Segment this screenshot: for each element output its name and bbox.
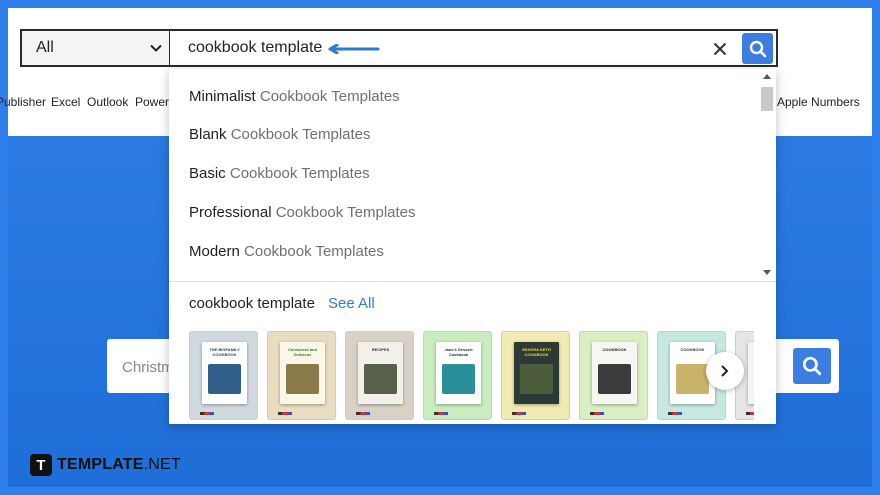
suggestion-item[interactable]: Blank Cookbook Templates <box>189 126 371 143</box>
app-nav-item[interactable]: Outlook <box>87 95 128 109</box>
thumbnail-cover: THE BIGFAMILY COOKBOOK <box>202 342 247 404</box>
app-format-icons <box>200 412 214 415</box>
scroll-down-arrow[interactable] <box>763 270 771 276</box>
template-thumbnail[interactable]: THE BIGFAMILY COOKBOOK <box>189 331 258 420</box>
category-select-label: All <box>36 39 54 56</box>
suggestion-item[interactable]: Minimalist Cookbook Templates <box>189 88 400 105</box>
template-thumbnail[interactable]: SEAGRA KETO COOKBOOK <box>501 331 570 420</box>
category-select[interactable]: All <box>20 29 170 67</box>
search-button[interactable] <box>742 33 773 64</box>
suggestion-scrollbar[interactable] <box>759 71 775 279</box>
divider <box>169 281 776 282</box>
app-format-icons <box>668 412 682 415</box>
thumbnail-image <box>442 364 475 394</box>
hero-search-button[interactable] <box>793 348 831 384</box>
thumbnail-title: Jane's Dessert Cookbook <box>444 347 473 357</box>
thumbnail-image <box>208 364 241 394</box>
thumbnail-title: RECIPES <box>371 347 390 352</box>
thumbnail-cover: SEAGRA KETO COOKBOOK <box>514 342 559 404</box>
logo-mark: T <box>30 454 52 476</box>
thumbnail-title: COOKBOOK <box>602 347 627 352</box>
scroll-up-arrow[interactable] <box>763 73 771 79</box>
template-thumbnail-strip: THE BIGFAMILY COOKBOOK Consistent and Del… <box>189 331 754 420</box>
app-format-icons <box>434 412 448 415</box>
thumbnail-image <box>364 364 397 394</box>
hero-search-placeholder: Christm <box>122 359 174 376</box>
thumbnail-cover <box>748 342 754 404</box>
app-nav-item[interactable]: Publisher <box>0 95 46 109</box>
thumbnail-title: Consistent and Delicious <box>288 347 317 357</box>
clear-search-button[interactable] <box>710 39 730 59</box>
thumbnail-cover: Consistent and Delicious <box>280 342 325 404</box>
chevron-down-icon <box>150 44 162 52</box>
thumbnail-image <box>676 364 709 394</box>
thumbnail-image <box>598 364 631 394</box>
thumbnail-cover: RECIPES <box>358 342 403 404</box>
search-query: cookbook template <box>188 39 323 56</box>
chevron-right-icon <box>721 365 729 377</box>
app-nav-item[interactable]: Power <box>135 95 169 109</box>
thumbnail-image <box>520 364 553 394</box>
thumbnail-title: THE BIGFAMILY COOKBOOK <box>209 347 240 357</box>
app-format-icons <box>512 412 526 415</box>
template-thumbnail[interactable]: Jane's Dessert Cookbook <box>423 331 492 420</box>
thumbnail-cover: COOKBOOK <box>592 342 637 404</box>
carousel-next-button[interactable] <box>706 352 744 390</box>
results-query-label: cookbook template <box>189 295 315 312</box>
search-input[interactable]: cookbook template <box>169 29 778 67</box>
see-all-link[interactable]: See All <box>328 295 375 312</box>
suggestion-item[interactable]: Modern Cookbook Templates <box>189 243 384 260</box>
app-format-icons <box>278 412 292 415</box>
app-nav-item[interactable]: Excel <box>51 95 80 109</box>
scrollbar-thumb[interactable] <box>761 87 773 111</box>
suggestion-item[interactable]: Basic Cookbook Templates <box>189 165 370 182</box>
suggestion-item[interactable]: Professional Cookbook Templates <box>189 204 416 221</box>
search-icon <box>802 356 822 376</box>
search-suggestions-dropdown: Minimalist Cookbook Templates Blank Cook… <box>169 69 776 424</box>
logo-text: TEMPLATE.NET <box>57 456 181 473</box>
template-net-logo[interactable]: T TEMPLATE.NET <box>30 454 181 476</box>
page-frame: All cookbook template Publisher Excel Ou… <box>0 8 872 487</box>
suggestion-list: Minimalist Cookbook Templates Blank Cook… <box>169 69 759 279</box>
close-icon <box>713 42 727 56</box>
template-thumbnail[interactable]: COOKBOOK <box>579 331 648 420</box>
thumbnail-title: SEAGRA KETO COOKBOOK <box>521 347 552 357</box>
app-format-icons <box>356 412 370 415</box>
search-icon <box>749 40 766 57</box>
app-format-icons <box>746 412 754 415</box>
arrow-left-icon <box>328 44 380 54</box>
app-format-icons <box>590 412 604 415</box>
thumbnail-image <box>286 364 319 394</box>
template-thumbnail[interactable]: Consistent and Delicious <box>267 331 336 420</box>
app-nav-item[interactable]: Apple Numbers <box>777 95 860 109</box>
thumbnail-cover: Jane's Dessert Cookbook <box>436 342 481 404</box>
thumbnail-title: COOKBOOK <box>680 347 705 352</box>
template-thumbnail[interactable]: RECIPES <box>345 331 414 420</box>
